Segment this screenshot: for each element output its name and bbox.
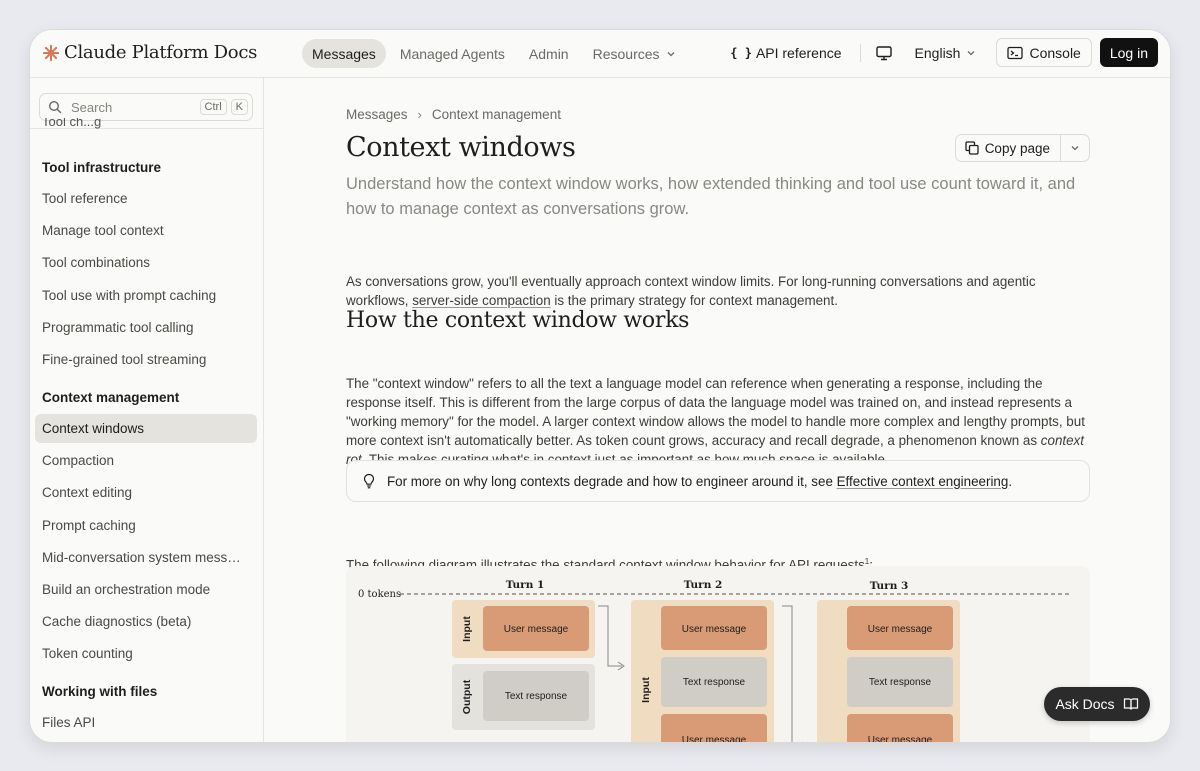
copy-page-button[interactable]: Copy page bbox=[956, 135, 1061, 161]
language-selector[interactable]: English bbox=[915, 45, 977, 61]
page-subtitle: Understand how the context window works,… bbox=[346, 175, 1076, 218]
api-reference-label: API reference bbox=[755, 44, 842, 61]
sidebar: Search Ctrl K Tool ch...g Tool infrastru… bbox=[30, 78, 264, 742]
login-button[interactable]: Log in bbox=[1099, 38, 1158, 67]
sidebar-item-orchestration-mode[interactable]: Build an orchestration mode bbox=[35, 575, 257, 604]
body-text-1: The "context window" refers to all the t… bbox=[346, 376, 1085, 448]
ask-docs-label: Ask Docs bbox=[1055, 696, 1115, 712]
breadcrumb-separator: › bbox=[417, 107, 422, 122]
sidebar-item-tool-reference[interactable]: Tool reference bbox=[35, 184, 257, 213]
logo[interactable]: Claude Platform Docs bbox=[42, 42, 257, 63]
divider bbox=[859, 43, 861, 62]
turn-1-label: Turn 1 bbox=[506, 579, 545, 591]
breadcrumb-context-management[interactable]: Context management bbox=[432, 107, 561, 122]
turn-2-input-label: Input bbox=[640, 677, 652, 703]
sidebar-item-tool-use-prompt-caching[interactable]: Tool use with prompt caching bbox=[35, 281, 257, 310]
info-callout: For more on why long contexts degrade an… bbox=[346, 460, 1090, 502]
turn-3-text-response-text: Text response bbox=[869, 677, 932, 688]
sidebar-item-context-editing[interactable]: Context editing bbox=[35, 478, 257, 507]
search-placeholder: Search bbox=[71, 99, 113, 115]
effective-context-engineering-link[interactable]: Effective context engineering bbox=[837, 474, 1009, 489]
sidebar-item-token-counting[interactable]: Token counting bbox=[35, 639, 257, 668]
context-window-diagram: 0 tokens Turn 1 Turn 2 Turn 3 Input User… bbox=[346, 566, 1090, 742]
turn-3-user-message-text: User message bbox=[868, 624, 933, 635]
search-input[interactable]: Search Ctrl K bbox=[39, 93, 253, 121]
arrow-turn-1 bbox=[598, 605, 622, 667]
turn-1-text-response-text: Text response bbox=[505, 691, 568, 702]
copy-page-dropdown[interactable] bbox=[1061, 135, 1089, 161]
chevron-down-icon bbox=[667, 51, 674, 56]
nav-managed-agents[interactable]: Managed Agents bbox=[390, 39, 515, 68]
sidebar-group-context-management: Context management bbox=[42, 389, 180, 405]
ask-docs-button[interactable]: Ask Docs bbox=[1044, 687, 1150, 721]
browser-window: Claude Platform Docs Messages Managed Ag… bbox=[30, 30, 1170, 742]
terminal-icon bbox=[1007, 46, 1024, 59]
sidebar-item-mid-conversation-system[interactable]: Mid-conversation system mess… bbox=[35, 543, 257, 572]
claude-logo-icon bbox=[42, 44, 60, 61]
nav-resources[interactable]: Resources bbox=[583, 39, 686, 68]
braces-icon: { } bbox=[730, 45, 752, 60]
turn-2-user-message-2-text: User message bbox=[682, 735, 747, 742]
turn-1-input-label: Input bbox=[461, 616, 473, 642]
chevron-down-icon bbox=[968, 50, 975, 55]
copy-page-control: Copy page bbox=[954, 134, 1090, 162]
zero-tokens-label: 0 tokens bbox=[358, 589, 401, 600]
book-icon bbox=[1123, 698, 1138, 710]
diagram-svg: 0 tokens Turn 1 Turn 2 Turn 3 Input User… bbox=[358, 579, 1072, 742]
nav-admin[interactable]: Admin bbox=[519, 39, 579, 68]
primary-nav: Messages Managed Agents Admin Resources bbox=[302, 39, 686, 68]
sidebar-item-compaction[interactable]: Compaction bbox=[35, 446, 257, 475]
shortcut-k: K bbox=[230, 99, 248, 115]
lightbulb-icon bbox=[363, 473, 375, 489]
breadcrumb-messages[interactable]: Messages bbox=[346, 107, 408, 122]
body-paragraph: The "context window" refers to all the t… bbox=[346, 374, 1090, 469]
sidebar-item-partial[interactable]: Tool ch...g bbox=[42, 118, 101, 132]
sidebar-item-context-windows[interactable]: Context windows bbox=[35, 413, 257, 443]
turn-2-label: Turn 2 bbox=[684, 579, 723, 591]
main-content: Messages › Context management Context wi… bbox=[264, 78, 1170, 742]
logo-text: Claude Platform Docs bbox=[64, 42, 258, 63]
sidebar-nav: Tool infrastructure Tool reference Manag… bbox=[35, 152, 257, 740]
section-heading: How the context window works bbox=[346, 308, 690, 333]
callout-text-1: For more on why long contexts degrade an… bbox=[387, 473, 837, 489]
intro-paragraph: As conversations grow, you'll eventually… bbox=[346, 272, 1090, 310]
language-label: English bbox=[914, 44, 961, 61]
turn-1-output-label: Output bbox=[461, 679, 473, 714]
copy-page-label: Copy page bbox=[984, 140, 1050, 156]
arrow-turn-2 bbox=[782, 605, 793, 742]
turn-3-user-message-2-text: User message bbox=[868, 735, 933, 742]
sidebar-item-files-api[interactable]: Files API bbox=[35, 708, 257, 737]
server-side-compaction-link[interactable]: server-side compaction bbox=[412, 293, 550, 308]
shortcut-ctrl: Ctrl bbox=[199, 99, 227, 115]
sidebar-item-manage-tool-context[interactable]: Manage tool context bbox=[35, 216, 257, 245]
copy-icon bbox=[965, 141, 979, 155]
sidebar-item-programmatic-tool-calling[interactable]: Programmatic tool calling bbox=[35, 313, 257, 342]
turn-1-user-message-text: User message bbox=[504, 624, 569, 635]
nav-messages[interactable]: Messages bbox=[302, 39, 386, 68]
top-navigation: Claude Platform Docs Messages Managed Ag… bbox=[30, 30, 1170, 78]
search-icon bbox=[48, 100, 62, 114]
turn-2-user-message-text: User message bbox=[682, 624, 747, 635]
page-title: Context windows bbox=[346, 132, 576, 163]
sidebar-item-cache-diagnostics[interactable]: Cache diagnostics (beta) bbox=[35, 607, 257, 636]
sidebar-group-working-with-files: Working with files bbox=[42, 684, 158, 700]
sidebar-item-fine-grained-tool-streaming[interactable]: Fine-grained tool streaming bbox=[35, 345, 257, 374]
console-label: Console bbox=[1029, 44, 1081, 61]
sidebar-item-tool-combinations[interactable]: Tool combinations bbox=[35, 248, 257, 277]
callout-text: For more on why long contexts degrade an… bbox=[387, 474, 1012, 489]
turn-3-label: Turn 3 bbox=[870, 580, 909, 592]
intro-text-2: is the primary strategy for context mana… bbox=[550, 293, 838, 308]
header-tools: { } API reference English Console Log in bbox=[730, 38, 1158, 67]
monitor-icon[interactable] bbox=[875, 44, 893, 62]
nav-resources-label: Resources bbox=[592, 45, 660, 62]
sidebar-item-prompt-caching[interactable]: Prompt caching bbox=[35, 511, 257, 540]
sidebar-group-tool-infrastructure: Tool infrastructure bbox=[42, 160, 162, 175]
turn-2-text-response-text: Text response bbox=[683, 677, 746, 688]
console-button[interactable]: Console bbox=[996, 38, 1092, 67]
breadcrumb: Messages › Context management bbox=[346, 107, 561, 122]
chevron-down-icon bbox=[1071, 146, 1079, 151]
callout-text-2: . bbox=[1008, 473, 1013, 489]
api-reference-link[interactable]: { } API reference bbox=[730, 45, 841, 61]
